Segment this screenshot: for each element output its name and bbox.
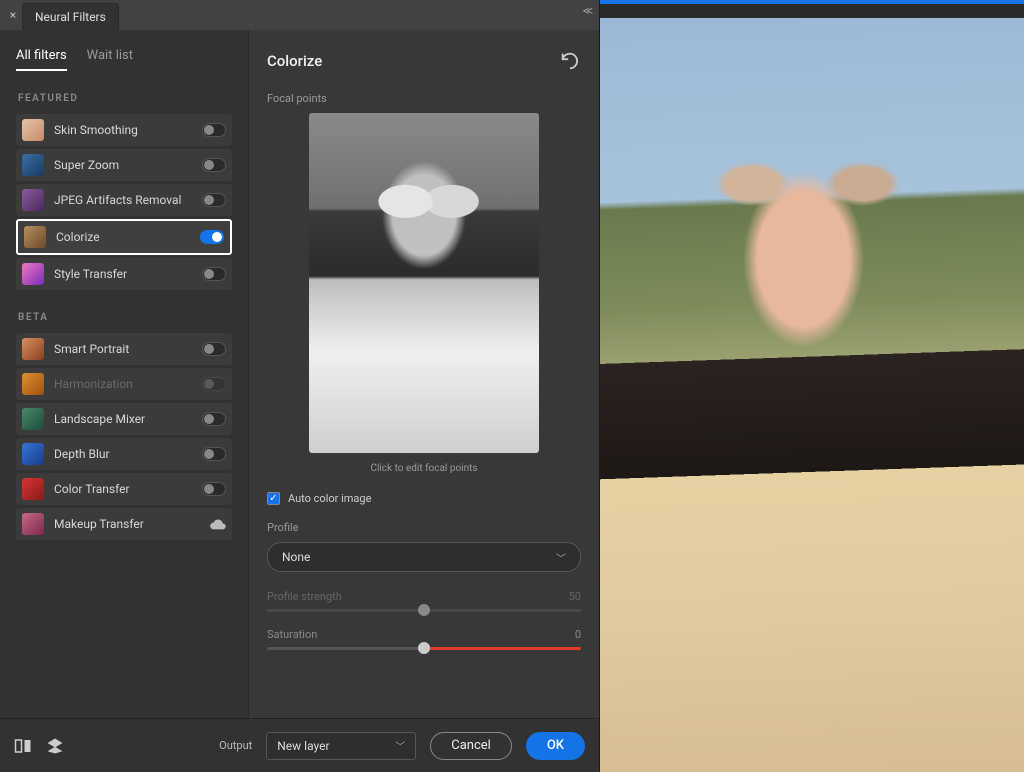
focal-preview-wrap: Click to edit focal points (267, 113, 581, 474)
filter-label: Skin Smoothing (54, 123, 192, 137)
filter-thumb-icon (24, 226, 46, 248)
app-root: × Neural Filters ≪ All filters Wait list… (0, 0, 1024, 772)
filter-label: Depth Blur (54, 447, 192, 461)
slider-thumb[interactable] (418, 604, 430, 616)
tab-all-filters[interactable]: All filters (16, 48, 67, 71)
filter-label: Harmonization (54, 377, 192, 391)
auto-color-label: Auto color image (288, 492, 371, 505)
filter-thumb-icon (22, 443, 44, 465)
profile-strength-slider: Profile strength 50 (267, 590, 581, 612)
filter-label: Style Transfer (54, 267, 192, 281)
auto-color-checkbox-row[interactable]: ✓ Auto color image (267, 492, 581, 505)
panel-columns: All filters Wait list FEATURED Skin Smoo… (0, 30, 599, 718)
toggle-icon[interactable] (202, 123, 226, 137)
filter-label: JPEG Artifacts Removal (54, 193, 192, 207)
toggle-icon[interactable] (202, 377, 226, 391)
filter-thumb-icon (22, 338, 44, 360)
panel-titlebar: × Neural Filters ≪ (0, 0, 599, 30)
toggle-icon[interactable] (202, 267, 226, 281)
toggle-icon[interactable] (202, 482, 226, 496)
chevron-down-icon: ﹀ (556, 550, 566, 565)
filter-thumb-icon (22, 154, 44, 176)
filter-smart-portrait[interactable]: Smart Portrait (16, 333, 232, 365)
filter-makeup-transfer[interactable]: Makeup Transfer (16, 508, 232, 540)
settings-title: Colorize (267, 52, 322, 70)
ok-button[interactable]: OK (526, 732, 585, 760)
neural-filters-panel: × Neural Filters ≪ All filters Wait list… (0, 0, 600, 772)
cloud-download-icon[interactable] (210, 518, 226, 530)
filter-harmonization[interactable]: Harmonization (16, 368, 232, 400)
strength-label: Profile strength (267, 590, 342, 603)
output-label: Output (219, 739, 252, 752)
canvas-selection-border (600, 0, 1024, 4)
layers-icon[interactable] (46, 737, 64, 755)
saturation-value: 0 (575, 628, 581, 641)
filter-depth-blur[interactable]: Depth Blur (16, 438, 232, 470)
filter-label: Colorize (56, 230, 190, 244)
before-after-icon[interactable] (14, 737, 32, 755)
chevron-down-icon: ﹀ (395, 738, 405, 753)
canvas-image (600, 18, 1024, 772)
filter-style-transfer[interactable]: Style Transfer (16, 258, 232, 290)
profile-select[interactable]: None ﹀ (267, 542, 581, 572)
focal-points-label: Focal points (267, 92, 581, 105)
strength-value: 50 (569, 590, 581, 603)
focal-preview-image[interactable] (309, 113, 539, 453)
slider-thumb[interactable] (418, 642, 430, 654)
filter-colorize[interactable]: Colorize (16, 219, 232, 255)
profile-value: None (282, 550, 310, 564)
panel-footer: Output New layer ﹀ Cancel OK (0, 718, 599, 772)
filter-thumb-icon (22, 478, 44, 500)
checkbox-checked-icon[interactable]: ✓ (267, 492, 280, 505)
output-select[interactable]: New layer ﹀ (266, 732, 416, 760)
sidebar-tabs: All filters Wait list (16, 48, 232, 71)
filter-thumb-icon (22, 513, 44, 535)
filter-thumb-icon (22, 119, 44, 141)
toggle-icon[interactable] (202, 412, 226, 426)
slider-track[interactable] (267, 647, 581, 650)
output-value: New layer (277, 739, 329, 753)
toggle-icon[interactable] (200, 230, 224, 244)
filter-super-zoom[interactable]: Super Zoom (16, 149, 232, 181)
panel-title-tab[interactable]: Neural Filters (22, 3, 119, 30)
filter-label: Smart Portrait (54, 342, 192, 356)
slider-track[interactable] (267, 609, 581, 612)
filter-jpeg-artifacts[interactable]: JPEG Artifacts Removal (16, 184, 232, 216)
profile-label: Profile (267, 521, 581, 534)
filter-skin-smoothing[interactable]: Skin Smoothing (16, 114, 232, 146)
filter-thumb-icon (22, 408, 44, 430)
filters-sidebar: All filters Wait list FEATURED Skin Smoo… (0, 30, 248, 718)
filter-thumb-icon (22, 189, 44, 211)
filter-landscape-mixer[interactable]: Landscape Mixer (16, 403, 232, 435)
toggle-icon[interactable] (202, 158, 226, 172)
saturation-label: Saturation (267, 628, 317, 641)
filter-color-transfer[interactable]: Color Transfer (16, 473, 232, 505)
filter-settings-column: Colorize Focal points Click to edit foca… (248, 30, 599, 718)
settings-header: Colorize (267, 50, 581, 72)
filter-label: Color Transfer (54, 482, 192, 496)
filter-thumb-icon (22, 263, 44, 285)
filter-label: Makeup Transfer (54, 517, 200, 531)
section-beta: BETA (18, 312, 232, 323)
tab-wait-list[interactable]: Wait list (87, 48, 133, 71)
document-canvas[interactable] (600, 0, 1024, 772)
toggle-icon[interactable] (202, 342, 226, 356)
cancel-button[interactable]: Cancel (430, 732, 512, 760)
section-featured: FEATURED (18, 93, 232, 104)
reset-icon[interactable] (559, 50, 581, 72)
toggle-icon[interactable] (202, 193, 226, 207)
close-icon[interactable]: × (0, 8, 20, 22)
toggle-icon[interactable] (202, 447, 226, 461)
collapse-icon[interactable]: ≪ (583, 6, 593, 17)
filter-label: Super Zoom (54, 158, 192, 172)
filter-thumb-icon (22, 373, 44, 395)
saturation-slider: Saturation 0 (267, 628, 581, 650)
filter-label: Landscape Mixer (54, 412, 192, 426)
focal-caption: Click to edit focal points (370, 463, 477, 474)
